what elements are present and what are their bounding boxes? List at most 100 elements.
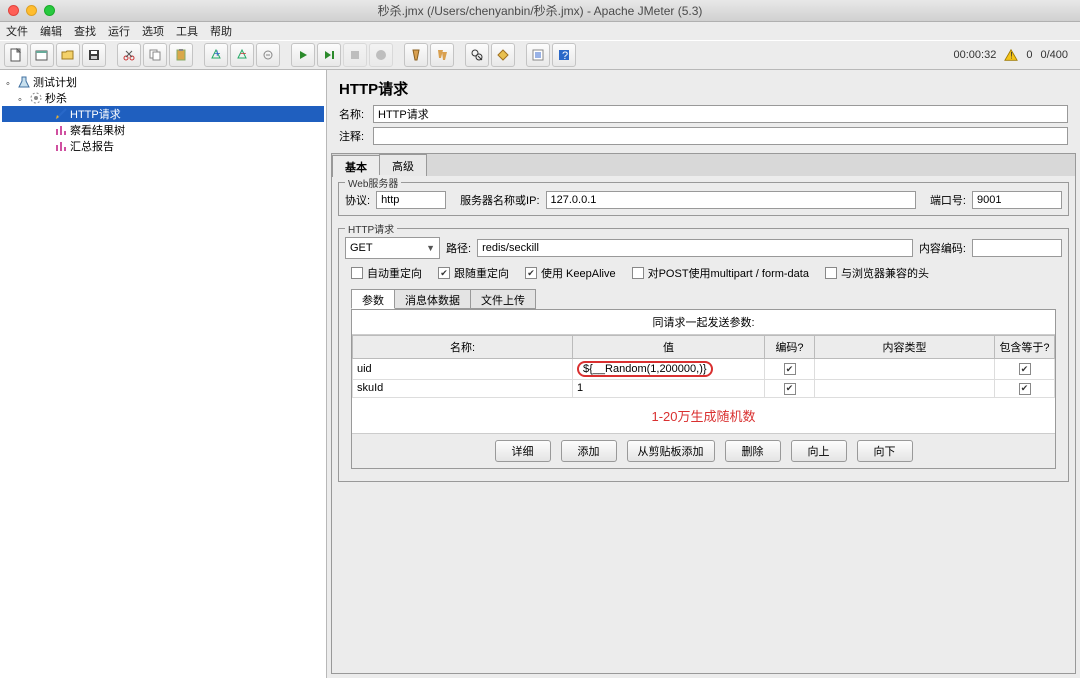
cell-value[interactable]: 1	[573, 380, 765, 398]
multipart-checkbox[interactable]	[632, 267, 644, 279]
down-button[interactable]: 向下	[857, 440, 913, 462]
cell-name[interactable]: uid	[353, 359, 573, 380]
tree-results-label: 察看结果树	[70, 122, 125, 138]
keepalive-label: 使用 KeepAlive	[541, 265, 616, 281]
table-row[interactable]: uid ${__Random(1,200000,)} ✔ ✔	[353, 359, 1055, 380]
tab-params[interactable]: 参数	[351, 289, 395, 309]
tree-threadgroup-label: 秒杀	[45, 90, 67, 106]
multipart-label: 对POST使用multipart / form-data	[648, 265, 809, 281]
svg-text:+: +	[214, 48, 220, 60]
collapse-button[interactable]: −	[230, 43, 254, 67]
port-input[interactable]	[972, 191, 1062, 209]
shutdown-button[interactable]	[369, 43, 393, 67]
auto-redirect-checkbox[interactable]	[351, 267, 363, 279]
panel-title: HTTP请求	[331, 72, 1076, 103]
cell-include[interactable]: ✔	[995, 380, 1055, 398]
cell-encode[interactable]: ✔	[765, 380, 815, 398]
menu-run[interactable]: 运行	[108, 23, 130, 39]
menu-search[interactable]: 查找	[74, 23, 96, 39]
start-notimers-button[interactable]	[317, 43, 341, 67]
bottom-buttons: 详细 添加 从剪贴板添加 删除 向上 向下	[352, 433, 1055, 468]
method-select[interactable]: GET ▼	[345, 237, 440, 259]
tab-body[interactable]: 消息体数据	[394, 289, 471, 309]
menu-edit[interactable]: 编辑	[40, 23, 62, 39]
protocol-label: 协议:	[345, 192, 370, 208]
keepalive-checkbox[interactable]: ✔	[525, 267, 537, 279]
tab-basic[interactable]: 基本	[332, 155, 380, 177]
cell-name[interactable]: skuId	[353, 380, 573, 398]
tree-toggle-icon[interactable]: ◦	[6, 78, 15, 87]
col-encode[interactable]: 编码?	[765, 336, 815, 359]
server-input[interactable]	[546, 191, 916, 209]
svg-text:?: ?	[562, 50, 568, 62]
svg-text:!: !	[1010, 51, 1013, 62]
menu-options[interactable]: 选项	[142, 23, 164, 39]
copy-button[interactable]	[143, 43, 167, 67]
clear-all-button[interactable]	[430, 43, 454, 67]
method-value: GET	[350, 242, 373, 254]
fieldset-webserver: Web服务器 协议: 服务器名称或IP: 端口号:	[338, 182, 1069, 216]
auto-redirect-label: 自动重定向	[367, 265, 422, 281]
comment-input[interactable]	[373, 127, 1068, 145]
new-button[interactable]	[4, 43, 28, 67]
follow-redirect-checkbox[interactable]: ✔	[438, 267, 450, 279]
cell-encode[interactable]: ✔	[765, 359, 815, 380]
detail-button[interactable]: 详细	[495, 440, 551, 462]
start-button[interactable]	[291, 43, 315, 67]
table-row[interactable]: skuId 1 ✔ ✔	[353, 380, 1055, 398]
function-helper-button[interactable]	[526, 43, 550, 67]
tree-threadgroup[interactable]: ◦ 秒杀	[2, 90, 324, 106]
menubar: 文件 编辑 查找 运行 选项 工具 帮助	[0, 22, 1080, 40]
browser-compat-checkbox[interactable]	[825, 267, 837, 279]
stop-button[interactable]	[343, 43, 367, 67]
tree-http-label: HTTP请求	[70, 106, 121, 122]
annotation-text: 1-20万生成随机数	[352, 398, 1055, 433]
menu-tools[interactable]: 工具	[176, 23, 198, 39]
cell-ctype[interactable]	[815, 359, 995, 380]
encoding-input[interactable]	[972, 239, 1062, 257]
open-button[interactable]	[56, 43, 80, 67]
report-icon	[54, 139, 68, 153]
follow-redirect-label: 跟随重定向	[454, 265, 509, 281]
templates-button[interactable]	[30, 43, 54, 67]
tab-advanced[interactable]: 高级	[379, 154, 427, 176]
comment-label: 注释:	[339, 128, 367, 144]
params-table: 名称: 值 编码? 内容类型 包含等于? uid ${__Random(1,20…	[352, 335, 1055, 398]
col-value[interactable]: 值	[573, 336, 765, 359]
delete-button[interactable]: 删除	[725, 440, 781, 462]
clipboard-add-button[interactable]: 从剪贴板添加	[627, 440, 715, 462]
tree-view-results[interactable]: 察看结果树	[2, 122, 324, 138]
toolbar: + − ? 00:00:32 ! 0 0/400	[0, 40, 1080, 70]
error-count: 0	[1026, 49, 1032, 61]
webserver-legend: Web服务器	[345, 175, 401, 190]
cell-include[interactable]: ✔	[995, 359, 1055, 380]
cut-button[interactable]	[117, 43, 141, 67]
reset-search-button[interactable]	[491, 43, 515, 67]
cell-ctype[interactable]	[815, 380, 995, 398]
tree-http-request[interactable]: HTTP请求	[2, 106, 324, 122]
protocol-input[interactable]	[376, 191, 446, 209]
menu-help[interactable]: 帮助	[210, 23, 232, 39]
col-name[interactable]: 名称:	[353, 336, 573, 359]
save-button[interactable]	[82, 43, 106, 67]
col-ctype[interactable]: 内容类型	[815, 336, 995, 359]
expand-button[interactable]: +	[204, 43, 228, 67]
tab-files[interactable]: 文件上传	[470, 289, 536, 309]
menu-file[interactable]: 文件	[6, 23, 28, 39]
warning-icon: !	[1004, 48, 1018, 62]
clear-button[interactable]	[404, 43, 428, 67]
tree-toggle-icon[interactable]: ◦	[18, 94, 27, 103]
name-input[interactable]	[373, 105, 1068, 123]
col-include[interactable]: 包含等于?	[995, 336, 1055, 359]
search-button[interactable]	[465, 43, 489, 67]
toggle-button[interactable]	[256, 43, 280, 67]
tree-panel: ◦ 测试计划 ◦ 秒杀 HTTP请求 察看结果树 汇总报告	[0, 70, 327, 678]
up-button[interactable]: 向上	[791, 440, 847, 462]
help-button[interactable]: ?	[552, 43, 576, 67]
tree-summary[interactable]: 汇总报告	[2, 138, 324, 154]
path-input[interactable]	[477, 239, 913, 257]
add-button[interactable]: 添加	[561, 440, 617, 462]
cell-value[interactable]: ${__Random(1,200000,)}	[573, 359, 765, 380]
paste-button[interactable]	[169, 43, 193, 67]
tree-root[interactable]: ◦ 测试计划	[2, 74, 324, 90]
